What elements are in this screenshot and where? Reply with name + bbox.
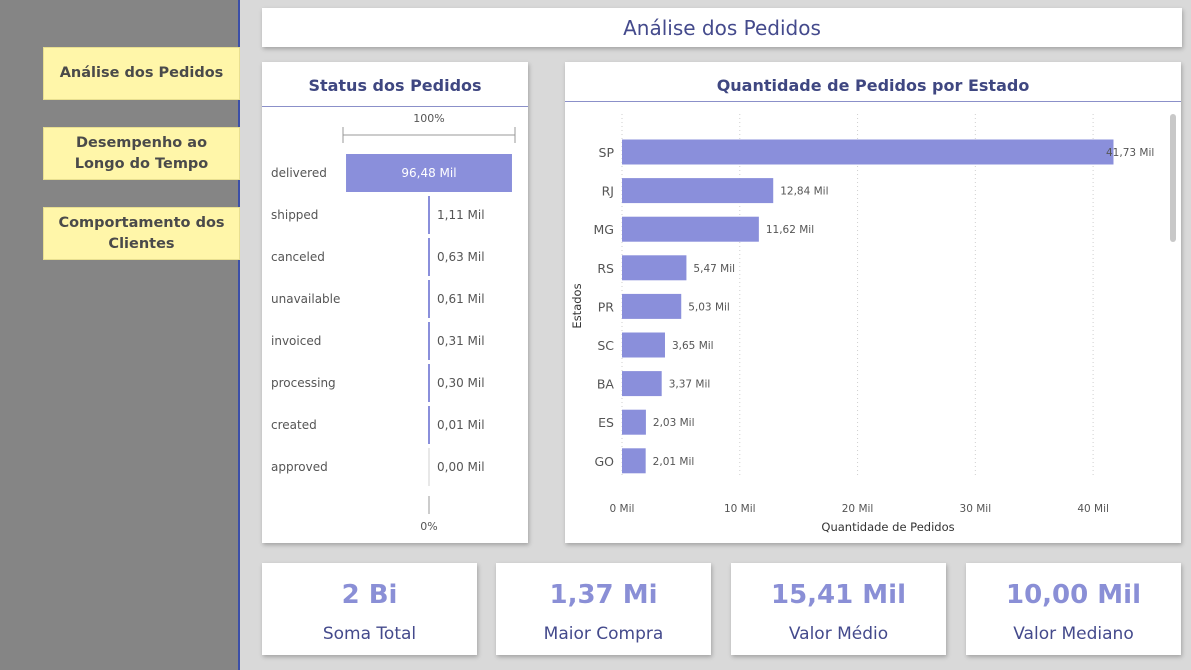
state-data-label: 2,01 Mil [653,456,695,468]
status-category-label: approved [271,460,328,474]
status-bar[interactable] [428,322,430,360]
state-bar[interactable] [622,255,687,281]
nav-button-label: Desempenho ao Longo do Tempo [74,134,209,172]
x-tick-label: 10 Mil [724,503,756,515]
status-bar[interactable] [428,238,430,276]
status-data-label: 0,01 Mil [437,418,485,432]
state-data-label: 2,03 Mil [653,417,695,429]
kpi-label: Valor Mediano [1013,624,1134,644]
y-tick-label: RS [597,261,614,276]
nav-button-label: Comportamento dos Clientes [58,214,225,252]
y-tick-label: SC [597,338,614,353]
state-data-label: 5,03 Mil [688,301,730,313]
kpi-value: 10,00 Mil [1006,580,1141,610]
x-tick-label: 40 Mil [1077,503,1109,515]
state-data-label: 41,73 Mil [1106,147,1154,159]
status-bar[interactable] [428,406,430,444]
status-funnel-chart: 100% delivered 96,48 Mil shipped 1,11 Mil ca… [271,112,516,533]
y-tick-label: ES [598,415,614,430]
kpi-value: 15,41 Mil [771,580,906,610]
state-bar-chart: SP 41,73 Mil RJ 12,84 Mil MG 11,62 Mil RS 5,47 … [570,114,1176,534]
state-data-label: 5,47 Mil [693,263,735,275]
status-data-label: 0,30 Mil [437,376,485,390]
sidebar: Análise dos Pedidos Desempenho ao Longo … [0,0,240,670]
status-data-label: 0,63 Mil [437,250,485,264]
state-data-label: 12,84 Mil [780,186,828,198]
y-tick-label: PR [598,299,615,314]
nav-button-analise-pedidos[interactable]: Análise dos Pedidos [43,47,240,100]
status-category-label: delivered [271,166,327,180]
status-category-label: unavailable [271,292,340,306]
status-category-label: created [271,418,317,432]
kpi-card-maior-compra: 1,37 Mi Maior Compra [496,563,711,655]
status-bar[interactable] [428,196,430,234]
status-data-label: 96,48 Mil [401,166,456,180]
y-tick-label: MG [594,222,614,237]
nav-button-comportamento-clientes[interactable]: Comportamento dos Clientes [43,207,240,260]
status-category-label: processing [271,376,336,390]
status-category-label: shipped [271,208,318,222]
x-tick-label: 0 Mil [610,503,635,515]
status-bar[interactable] [428,280,430,318]
state-bar[interactable] [622,178,774,204]
kpi-card-valor-medio: 15,41 Mil Valor Médio [731,563,946,655]
state-bar[interactable] [622,293,682,319]
state-bar[interactable] [622,448,646,474]
status-category-label: canceled [271,250,325,264]
x-tick-label: 20 Mil [842,503,874,515]
kpi-label: Maior Compra [543,624,664,644]
nav-button-desempenho-tempo[interactable]: Desempenho ao Longo do Tempo [43,127,240,180]
status-data-label: 0,00 Mil [437,460,485,474]
y-tick-label: SP [599,145,615,160]
y-tick-label: RJ [602,184,614,199]
kpi-label: Valor Médio [788,624,889,644]
nav-button-label: Análise dos Pedidos [59,65,224,81]
funnel-top-label: 100% [413,112,444,125]
kpi-card-soma-total: 2 Bi Soma Total [262,563,477,655]
state-data-label: 3,65 Mil [672,340,714,352]
status-category-label: invoiced [271,334,321,348]
state-data-label: 11,62 Mil [766,224,814,236]
funnel-bottom-label: 0% [420,520,437,533]
kpi-value: 1,37 Mi [549,580,658,610]
status-data-label: 1,11 Mil [437,208,485,222]
y-tick-label: BA [597,377,615,392]
state-panel[interactable]: Quantidade de Pedidos por Estado SP 41,73… [565,62,1181,543]
state-bar[interactable] [622,216,759,242]
y-axis-title: Estados [570,283,584,328]
x-axis-title: Quantidade de Pedidos [821,520,954,534]
state-bar[interactable] [622,332,665,358]
status-bar[interactable] [428,364,430,402]
state-bar[interactable] [622,409,646,435]
kpi-label: Soma Total [322,624,417,644]
page-title: Análise dos Pedidos [262,8,1182,47]
y-tick-label: GO [594,454,614,469]
kpi-card-valor-mediano: 10,00 Mil Valor Mediano [966,563,1181,655]
state-data-label: 3,37 Mil [669,379,711,391]
report-canvas: Análise dos Pedidos Status dos Pedidos 1… [242,0,1191,670]
state-bar[interactable] [622,371,662,397]
x-tick-label: 30 Mil [960,503,992,515]
status-data-label: 0,61 Mil [437,292,485,306]
state-bar[interactable] [622,139,1114,165]
status-data-label: 0,31 Mil [437,334,485,348]
status-panel[interactable]: Status dos Pedidos 100% delivered 96,48 M… [262,62,528,543]
kpi-value: 2 Bi [341,580,398,610]
chart-scrollbar[interactable] [1170,114,1176,242]
